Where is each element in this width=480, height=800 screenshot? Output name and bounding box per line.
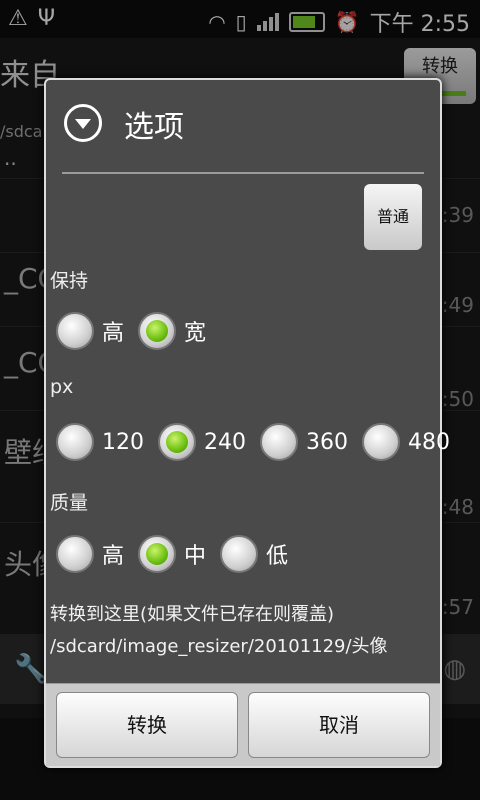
destination-path: /sdcard/image_resizer/20101129/头像 — [50, 636, 388, 657]
radio-label: 中 — [184, 544, 207, 569]
dialog-title: 选项 — [124, 110, 184, 145]
radio-label: 120 — [102, 429, 144, 455]
radio-label: 480 — [408, 429, 450, 455]
dropdown-circle-icon — [64, 104, 102, 142]
radio-label: 宽 — [184, 321, 207, 346]
radio-label: 低 — [266, 544, 289, 569]
radio-keep-height[interactable] — [56, 312, 94, 350]
radio-label: 高 — [102, 321, 125, 346]
radio-label: 240 — [204, 429, 246, 455]
normal-button[interactable]: 普通 — [364, 184, 422, 250]
keep-label: 保持 — [50, 270, 89, 292]
radio-px-480[interactable] — [362, 423, 400, 461]
radio-label: 高 — [102, 544, 125, 569]
keep-radio-group: 高 宽 — [56, 308, 220, 354]
radio-quality-high[interactable] — [56, 535, 94, 573]
radio-quality-medium[interactable] — [138, 535, 177, 573]
px-label: px — [50, 376, 74, 398]
convert-button[interactable]: 转换 — [56, 692, 238, 758]
dialog-footer: 转换 取消 — [46, 683, 440, 766]
destination-label: 转换到这里(如果文件已存在则覆盖) — [50, 604, 335, 625]
radio-label: 360 — [306, 429, 348, 455]
radio-quality-low[interactable] — [220, 535, 259, 573]
quality-label: 质量 — [50, 492, 89, 514]
radio-px-360[interactable] — [260, 423, 298, 461]
radio-keep-width[interactable] — [138, 312, 177, 350]
quality-radio-group: 高 中 低 — [56, 531, 302, 577]
radio-px-120[interactable] — [56, 423, 94, 461]
dialog-header: 选项 — [46, 80, 440, 172]
cancel-button[interactable]: 取消 — [248, 692, 430, 758]
options-dialog: 选项 普通 保持 高 宽 px 120 240 360 480 质量 高 中 低… — [44, 78, 450, 768]
px-radio-group: 120 240 360 480 — [56, 419, 464, 465]
radio-px-240[interactable] — [158, 423, 196, 461]
header-divider — [62, 172, 424, 174]
